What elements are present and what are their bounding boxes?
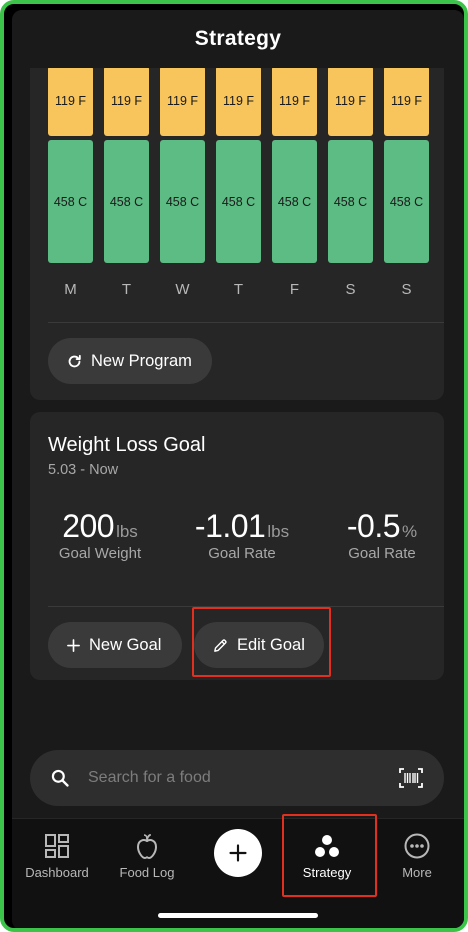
barcode-scan-icon[interactable] xyxy=(398,767,424,789)
macro-bars: 119 F 458 C M 119 F 458 C T 119 F 458 C … xyxy=(48,66,429,298)
day-label: W xyxy=(175,281,190,298)
refresh-icon xyxy=(68,354,81,367)
program-card: 119 F 458 C M 119 F 458 C T 119 F 458 C … xyxy=(30,50,444,400)
day-label: M xyxy=(64,281,77,298)
bottom-tab-bar: Dashboard Food Log Strategy More xyxy=(12,818,464,928)
tab-label: Food Log xyxy=(119,865,175,880)
day-label: F xyxy=(289,281,300,298)
carb-bar: 458 C xyxy=(384,140,429,263)
new-goal-button[interactable]: New Goal xyxy=(48,622,182,668)
goal-rate-percent-label: Goal Rate xyxy=(348,545,416,562)
home-indicator[interactable] xyxy=(158,913,318,918)
day-column: 119 F 458 C M xyxy=(48,66,93,298)
more-icon xyxy=(404,833,430,859)
tab-food-log[interactable]: Food Log xyxy=(102,831,192,880)
goal-rate-percent-value: -0.5 xyxy=(346,508,401,544)
carb-bar: 458 C xyxy=(328,140,373,263)
search-placeholder: Search for a food xyxy=(88,769,211,786)
page-title: Strategy xyxy=(194,27,282,50)
food-search-input[interactable]: Search for a food xyxy=(30,750,444,806)
goal-rate-lbs-unit: lbs xyxy=(267,522,290,541)
carb-bar: 458 C xyxy=(272,140,317,263)
day-column: 119 F 458 C S xyxy=(384,66,429,298)
app-screen: 119 F 458 C M 119 F 458 C T 119 F 458 C … xyxy=(12,10,464,928)
plus-icon xyxy=(229,844,247,862)
carb-bar: 458 C xyxy=(160,140,205,263)
new-program-button[interactable]: New Program xyxy=(48,338,212,384)
day-column: 119 F 458 C W xyxy=(160,66,205,298)
carb-bar: 458 C xyxy=(48,140,93,263)
new-goal-label: New Goal xyxy=(89,635,162,654)
goal-rate-lbs-stat: -1.01 lbs Goal Rate xyxy=(186,508,298,562)
goal-rate-lbs-value: -1.01 xyxy=(194,508,266,544)
divider xyxy=(48,322,444,323)
tab-label: Dashboard xyxy=(25,865,89,880)
day-label: S xyxy=(401,281,412,298)
day-label: S xyxy=(345,281,356,298)
fat-bar: 119 F xyxy=(272,66,317,136)
search-area: Search for a food xyxy=(12,742,464,818)
day-column: 119 F 458 C S xyxy=(328,66,373,298)
goal-weight-stat: 200 lbs Goal Weight xyxy=(48,508,152,562)
goal-weight-label: Goal Weight xyxy=(58,545,142,562)
day-label: T xyxy=(233,281,244,298)
tab-more[interactable]: More xyxy=(372,831,462,880)
new-program-label: New Program xyxy=(91,351,192,370)
fat-bar: 119 F xyxy=(328,66,373,136)
fat-bar: 119 F xyxy=(48,66,93,136)
goal-rate-percent-stat: -0.5% Goal Rate xyxy=(334,508,430,562)
fat-bar: 119 F xyxy=(104,66,149,136)
plus-icon xyxy=(67,638,80,652)
goal-date-range: 5.03 - Now xyxy=(48,462,119,478)
edit-goal-highlight xyxy=(192,607,331,677)
day-column: 119 F 458 C T xyxy=(216,66,261,298)
dashboard-icon xyxy=(45,834,69,858)
tab-label: More xyxy=(402,865,432,880)
goal-rate-percent-unit: % xyxy=(402,522,418,541)
app-header: Strategy xyxy=(12,10,464,68)
quick-add-button[interactable] xyxy=(214,829,262,877)
tab-dashboard[interactable]: Dashboard xyxy=(12,831,102,880)
goal-weight-unit: lbs xyxy=(116,522,138,541)
search-icon xyxy=(51,769,69,787)
day-column: 119 F 458 C T xyxy=(104,66,149,298)
goal-title: Weight Loss Goal xyxy=(48,434,206,456)
fat-bar: 119 F xyxy=(384,66,429,136)
apple-icon xyxy=(137,834,157,859)
fat-bar: 119 F xyxy=(160,66,205,136)
fat-bar: 119 F xyxy=(216,66,261,136)
carb-bar: 458 C xyxy=(104,140,149,263)
device-frame: 119 F 458 C M 119 F 458 C T 119 F 458 C … xyxy=(0,0,468,932)
day-column: 119 F 458 C F xyxy=(272,66,317,298)
day-label: T xyxy=(121,281,132,298)
strategy-tab-highlight xyxy=(282,814,377,897)
goal-weight-value: 200 xyxy=(62,508,115,544)
goal-rate-lbs-label: Goal Rate xyxy=(208,545,276,562)
carb-bar: 458 C xyxy=(216,140,261,263)
